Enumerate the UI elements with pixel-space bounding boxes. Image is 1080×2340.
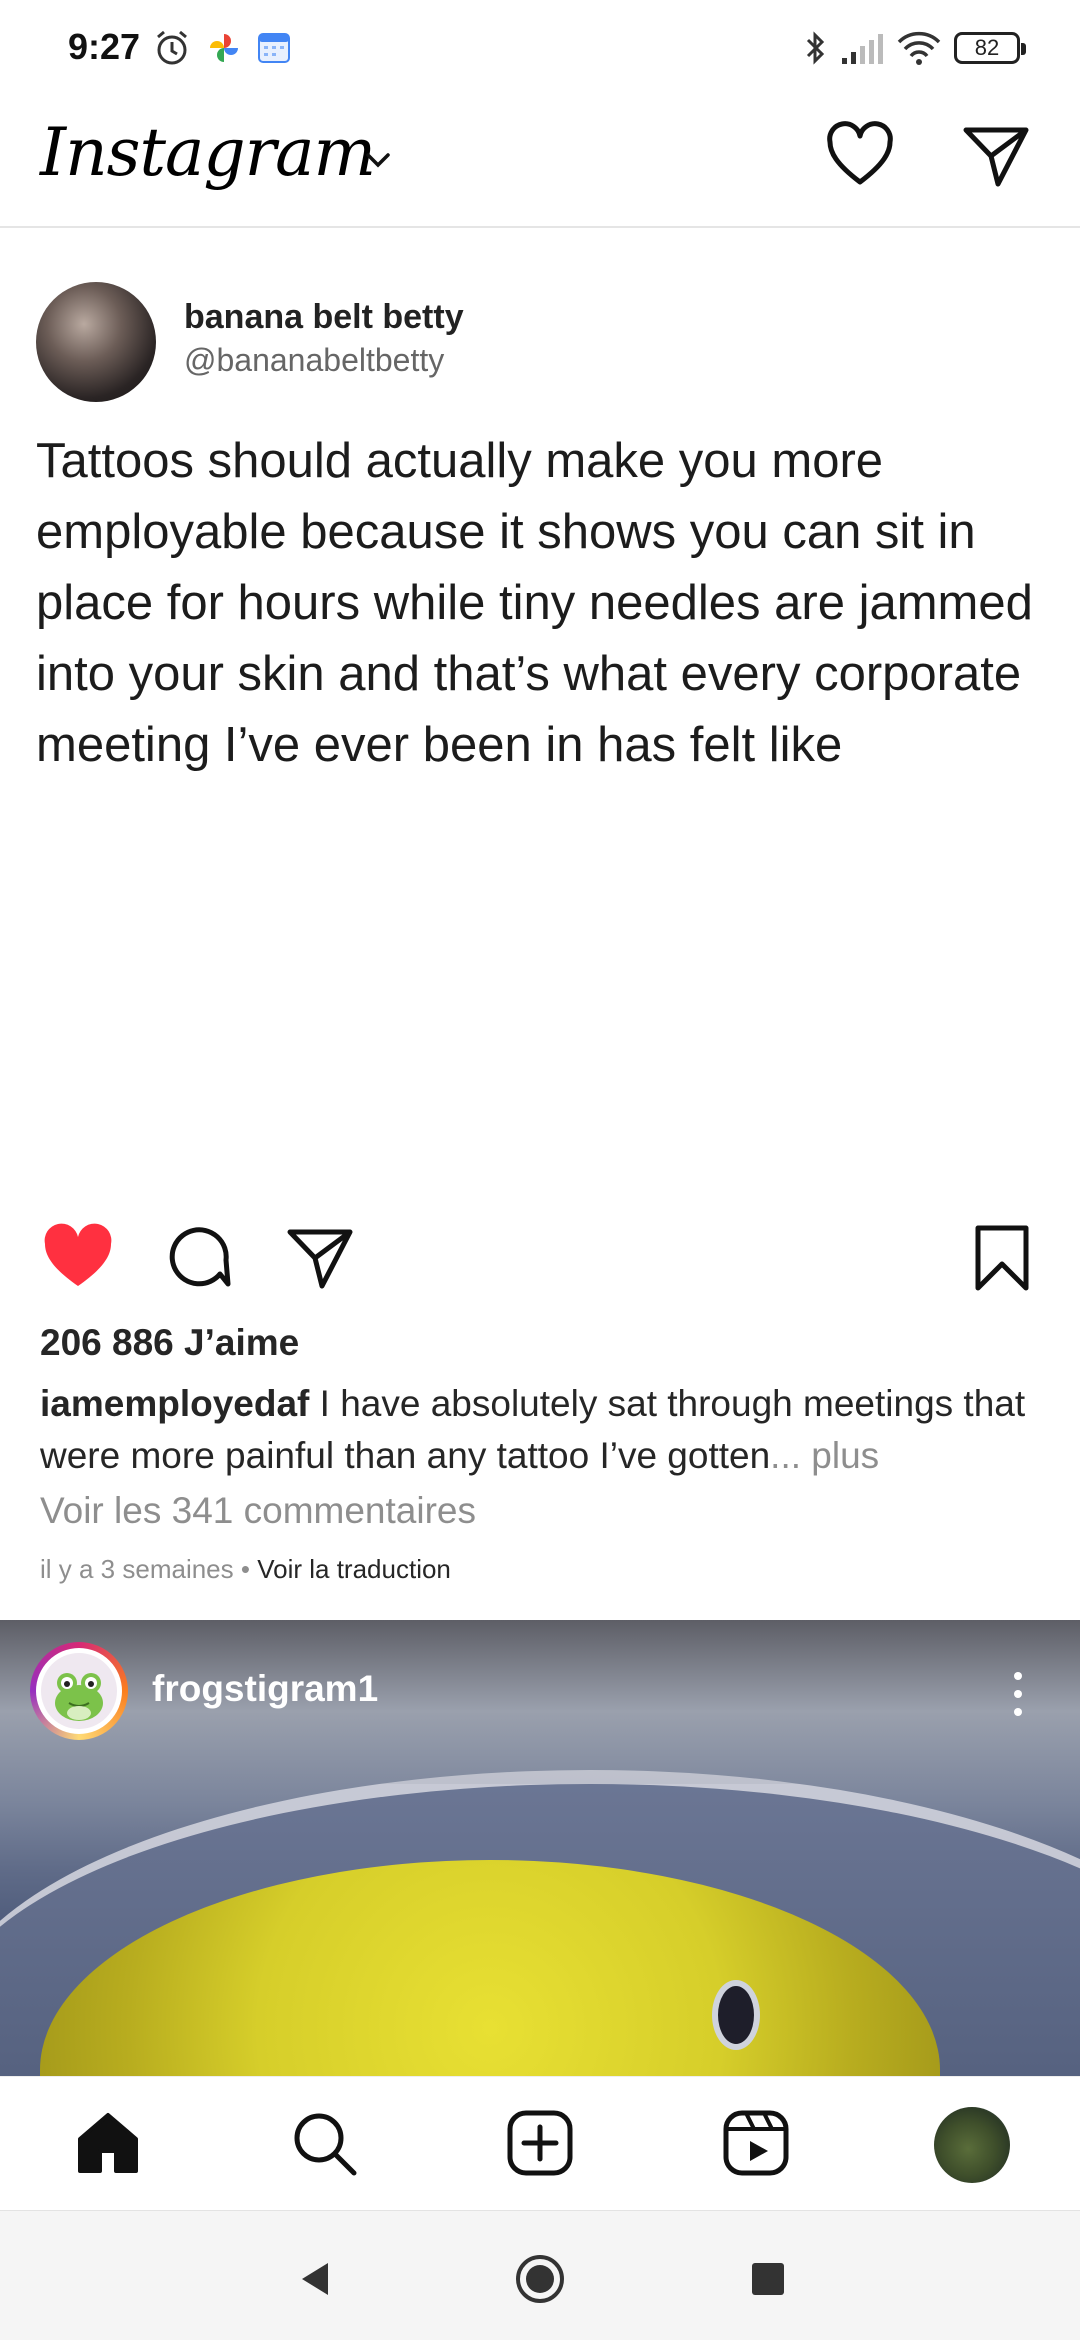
post-meta: il y a 3 semaines • Voir la traduction [40,1554,451,1585]
tweet-author-handle: @bananabeltbetty [184,342,445,378]
calendar-icon [258,33,290,63]
battery-icon: 82 [954,32,1026,64]
app-header: Instagram [0,96,1080,228]
liked-heart-icon[interactable] [40,1220,116,1296]
frog-avatar-icon [55,1673,103,1721]
comment-icon[interactable] [160,1220,236,1296]
heart-icon[interactable] [822,118,898,194]
photos-icon [210,34,238,62]
bottom-tab-bar [0,2076,1080,2208]
bookmark-icon[interactable] [964,1220,1040,1296]
story-ring[interactable] [30,1642,128,1740]
bluetooth-icon [806,31,825,65]
likes-count[interactable]: 206 886 J’aime [40,1322,299,1364]
post-actions [0,1218,1080,1302]
frog-avatar [41,1653,117,1729]
frog-eye [712,1980,760,2050]
home-circle-icon[interactable] [512,2251,568,2307]
more-options-icon[interactable] [1004,1666,1032,1722]
view-comments-link[interactable]: Voir les 341 commentaires [40,1490,476,1532]
post-username[interactable]: frogstigram1 [152,1668,378,1710]
post-caption[interactable]: iamemployedaf I have absolutely sat thro… [40,1378,1050,1482]
tweet-avatar [36,282,156,402]
system-nav-bar [0,2210,1080,2340]
chevron-down-icon[interactable] [360,142,396,178]
signal-icon [842,34,883,64]
profile-avatar[interactable] [934,2107,1010,2183]
caption-username[interactable]: iamemployedaf [40,1383,309,1424]
search-icon[interactable] [288,2107,360,2179]
tweet-text: Tattoos should actually make you more em… [36,434,1033,772]
direct-message-icon[interactable] [958,118,1034,194]
post-time-ago: il y a 3 semaines [40,1554,234,1584]
status-time: 9:27 [68,26,141,67]
reels-icon[interactable] [720,2107,792,2179]
caption-more-link[interactable]: ... plus [770,1435,879,1476]
see-translation-link[interactable]: Voir la traduction [257,1554,451,1584]
tweet-author-name: banana belt betty [184,298,464,336]
wifi-icon [897,31,941,65]
status-bar: 9:27 82 [0,0,1080,96]
meta-separator: • [233,1554,258,1584]
home-icon[interactable] [72,2107,144,2179]
post-image-tweet[interactable]: banana belt betty @bananabeltbetty Tatto… [0,230,1080,870]
instagram-logo[interactable]: Instagram [40,114,376,191]
alarm-icon [157,30,187,65]
post-image-frog[interactable]: frogstigram1 [0,1620,1080,2076]
back-icon[interactable] [288,2251,344,2307]
create-icon[interactable] [504,2107,576,2179]
share-icon[interactable] [282,1220,358,1296]
recents-icon[interactable] [740,2251,796,2307]
